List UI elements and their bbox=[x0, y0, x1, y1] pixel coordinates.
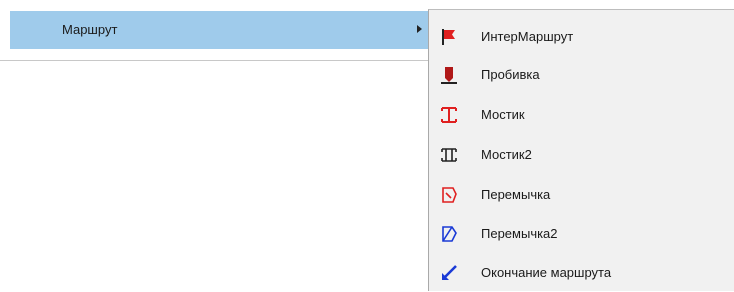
bridge-black-icon bbox=[439, 145, 459, 165]
jumper-blue-icon bbox=[439, 224, 459, 244]
submenu-item-mostik[interactable]: Мостик bbox=[429, 96, 734, 134]
submenu-item-label: ИнтерМаршрут bbox=[481, 29, 574, 44]
menu-item-route[interactable]: Маршрут bbox=[10, 11, 430, 49]
bridge-red-icon bbox=[439, 105, 459, 125]
submenu-item-intermarshrut[interactable]: ИнтерМаршрут bbox=[429, 18, 734, 56]
submenu-item-label: Мостик2 bbox=[481, 147, 532, 162]
parent-menu: Маршрут bbox=[0, 0, 430, 61]
submenu-item-peremychka[interactable]: Перемычка bbox=[429, 176, 734, 214]
submenu-item-label: Перемычка bbox=[481, 187, 551, 202]
route-submenu: ИнтерМаршрут Пробивка Мостик Мостик2 Пер… bbox=[428, 9, 734, 291]
submenu-item-label: Окончание маршрута bbox=[481, 265, 612, 280]
jumper-red-icon bbox=[439, 185, 459, 205]
red-flag-icon bbox=[439, 27, 459, 47]
submenu-item-label: Мостик bbox=[481, 107, 525, 122]
submenu-item-mostik2[interactable]: Мостик2 bbox=[429, 136, 734, 174]
checkmark-icon bbox=[439, 263, 459, 283]
submenu-item-okonchanie-marshruta[interactable]: Окончание маршрута bbox=[429, 254, 734, 292]
submenu-item-label: Пробивка bbox=[481, 67, 540, 82]
submenu-item-probivka[interactable]: Пробивка bbox=[429, 56, 734, 94]
pierce-icon bbox=[439, 65, 459, 85]
submenu-item-peremychka2[interactable]: Перемычка2 bbox=[429, 215, 734, 253]
submenu-item-label: Перемычка2 bbox=[481, 226, 558, 241]
submenu-arrow-icon bbox=[417, 25, 422, 33]
menu-item-route-label: Маршрут bbox=[62, 22, 118, 37]
